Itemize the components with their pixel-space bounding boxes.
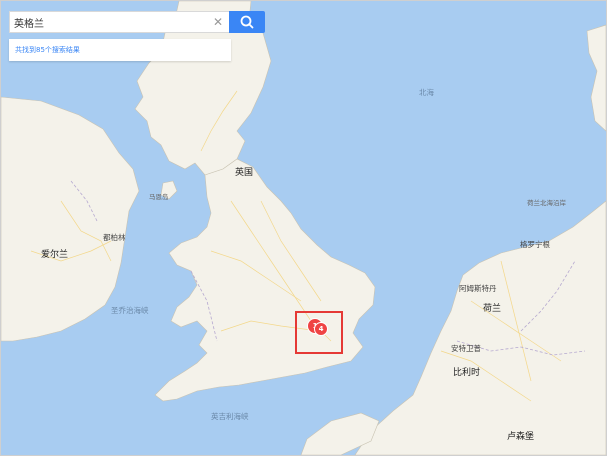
label-st-georges-channel: 圣乔治海峡 [111,306,149,315]
label-north-sea: 北海 [419,88,434,97]
map-canvas[interactable] [1,1,606,455]
label-isle-of-man: 马恩岛 [149,193,169,201]
search-box: ✕ [9,11,229,33]
label-groningen: 格罗宁根 [520,240,550,249]
label-luxembourg: 卢森堡 [507,432,535,442]
label-ireland: 爱尔兰 [41,250,69,260]
search-button[interactable] [229,11,265,33]
label-united-kingdom: 英国 [235,168,254,178]
label-holland-coast: 荷兰北海沿岸 [527,199,566,207]
marker-badge[interactable]: 4 [314,322,328,336]
label-dublin: 都柏林 [103,233,126,242]
label-belgium: 比利时 [453,368,481,378]
map-frame[interactable]: 北海 英国 马恩岛 爱尔兰 都柏林 荷兰北海沿岸 格罗宁根 阿姆斯特丹 荷兰 安… [0,0,607,456]
result-summary-panel: 共找到85个搜索结果 [9,39,231,61]
result-summary-text[interactable]: 共找到85个搜索结果 [15,45,80,55]
label-antwerp: 安特卫普 [451,344,481,353]
label-english-channel: 英吉利海峡 [211,412,249,421]
search-icon [240,15,254,29]
close-icon[interactable]: ✕ [211,15,225,29]
search-input[interactable] [14,14,204,30]
label-amsterdam: 阿姆斯特丹 [459,284,497,293]
label-netherlands: 荷兰 [483,304,502,314]
